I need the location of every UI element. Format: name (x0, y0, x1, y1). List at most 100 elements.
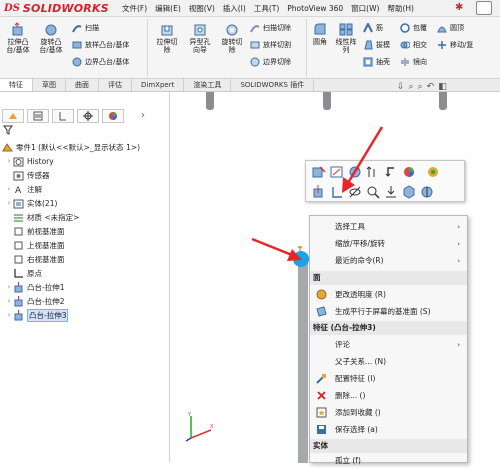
annotation-icon: A (15, 186, 22, 195)
menu-item-save-selection[interactable]: 保存选择 (a) (310, 422, 467, 437)
chevron-right-icon[interactable]: › (5, 199, 13, 207)
dimxpert-tab[interactable] (77, 108, 99, 123)
menu-item-change-transparency[interactable]: 更改透明度 (R) (310, 287, 467, 302)
wrap-button[interactable]: 包覆 (400, 22, 427, 33)
menu-item-zoom-pan-rotate[interactable]: 缩放/平移/旋转 › (310, 236, 467, 251)
tab-addins[interactable]: SOLIDWORKS 插件 (231, 79, 315, 91)
new-document-button[interactable] (476, 1, 492, 15)
intersect-button[interactable]: 相交 (400, 39, 427, 50)
chevron-right-icon[interactable]: › (5, 283, 13, 291)
history-folder-icon (13, 157, 24, 166)
menu-view[interactable]: 视图(V) (189, 3, 215, 14)
menu-item-isolate[interactable]: 孤立 (f) (310, 453, 467, 468)
boundary-cut-button[interactable]: 边界切除 (250, 56, 291, 67)
config-manager-tab[interactable] (52, 108, 74, 123)
mirror-button[interactable]: 镜向 (400, 56, 427, 67)
tree-item-front-plane[interactable]: 前视基准面 (0, 224, 170, 238)
selected-body-face[interactable] (298, 258, 308, 463)
display-pane-icon[interactable] (426, 165, 440, 179)
tree-item-top-plane[interactable]: 上视基准面 (0, 238, 170, 252)
sweep-button[interactable]: 扫描 (72, 22, 99, 33)
menu-file[interactable]: 文件(F) (122, 3, 147, 14)
fillet-button[interactable]: 圆角 (309, 22, 331, 46)
tree-item-history[interactable]: › History (0, 154, 170, 168)
menu-item-add-favorites[interactable]: 添加到收藏 () (310, 405, 467, 420)
tree-item-sensors[interactable]: 传感器 (0, 168, 170, 182)
move-copy-button[interactable]: 移动/复 (437, 39, 473, 50)
draft-button[interactable]: 拔模 (363, 39, 390, 50)
revolve-boss-button[interactable]: 旋转凸 台/基体 (36, 22, 66, 54)
tree-item-solid-bodies[interactable]: › 实体(21) (0, 196, 170, 210)
annotation-arrow (342, 126, 384, 193)
tree-item-boss-extrude-2[interactable]: › 凸台-拉伸2 (0, 294, 170, 308)
previous-view-icon[interactable]: ↶ (427, 82, 435, 92)
view-orientation-icon[interactable] (402, 185, 416, 199)
extrude-boss-button[interactable]: 拉伸凸 台/基体 (3, 22, 33, 54)
zoom-area-icon[interactable]: ⌕ (418, 82, 423, 92)
tree-item-boss-extrude-3[interactable]: › 凸台-拉伸3 (0, 308, 170, 322)
chevron-right-icon[interactable]: › (5, 297, 13, 305)
favorites-icon (316, 407, 327, 418)
tree-root-part[interactable]: 零件1 (默认<<默认>_显示状态 1>) (0, 140, 170, 154)
section-view-icon[interactable] (420, 185, 434, 199)
filter-icon[interactable] (3, 125, 13, 138)
solidworks-logo[interactable]: DS SOLIDWORKS (4, 1, 109, 16)
swept-cut-icon (250, 24, 260, 32)
tree-item-material[interactable]: 材质 <未指定> (0, 210, 170, 224)
appearance-icon[interactable] (402, 165, 416, 179)
menu-item-recent-commands[interactable]: 最近的命令(R) › (310, 253, 467, 268)
shell-button[interactable]: 抽壳 (363, 56, 390, 67)
chevron-right-icon[interactable]: › (141, 110, 145, 121)
tab-sketch[interactable]: 草图 (33, 79, 66, 91)
linear-pattern-button[interactable]: 线性阵 列 (332, 22, 360, 54)
loft-boss-button[interactable]: 放样凸台/基体 (72, 39, 129, 50)
resize-handle[interactable] (169, 272, 173, 276)
tab-features[interactable]: 特征 (0, 79, 33, 91)
menu-item-normal-plane[interactable]: 生成平行于屏幕的基准面 (S) (310, 304, 467, 319)
menu-help[interactable]: 帮助(H) (387, 3, 414, 14)
draft-icon (364, 40, 373, 49)
revolve-cut-button[interactable]: 旋转切 除 (217, 22, 247, 54)
rib-button[interactable]: 筋 (363, 22, 383, 33)
tab-evaluate[interactable]: 评估 (99, 79, 132, 91)
tree-item-annotations[interactable]: › A 注解 (0, 182, 170, 196)
feature-manager-panel: › 零件1 (默认<<默认>_显示状态 1>) › History 传感器 › … (0, 92, 170, 463)
menu-item-parent-child[interactable]: 父子关系... (N) (310, 354, 467, 369)
chevron-right-icon[interactable]: › (5, 157, 13, 165)
section-view-icon[interactable]: ◧ (438, 82, 447, 92)
lofted-cut-button[interactable]: 放样切割 (250, 39, 291, 50)
normal-to-icon[interactable] (312, 185, 326, 199)
menu-item-label: 缩放/平移/旋转 (335, 239, 386, 248)
tab-dimxpert[interactable]: DimXpert (132, 79, 185, 91)
tree-item-right-plane[interactable]: 右视基准面 (0, 252, 170, 266)
dome-button[interactable]: 圆顶 (437, 22, 464, 33)
view-orientation-icon[interactable]: ⇩ (397, 82, 405, 92)
menu-photoview[interactable]: PhotoView 360 (287, 4, 343, 13)
submenu-arrow-icon: › (457, 239, 460, 248)
edit-feature-icon[interactable] (312, 165, 326, 179)
tab-render-tools[interactable]: 渲染工具 (184, 79, 232, 91)
feature-manager-tab[interactable] (2, 108, 24, 123)
zoom-to-fit-icon[interactable]: ⌕ (409, 82, 414, 92)
hole-wizard-button[interactable]: 异型孔 向导 (185, 22, 215, 54)
chevron-right-icon[interactable]: › (5, 185, 13, 193)
menu-window[interactable]: 窗口(W) (351, 3, 379, 14)
menu-item-delete[interactable]: 删除... () (310, 388, 467, 403)
tree-item-origin[interactable]: 原点 (0, 266, 170, 280)
pin-icon[interactable]: ✱ (455, 2, 463, 13)
menu-insert[interactable]: 插入(I) (223, 3, 246, 14)
revolve-cut-label: 旋转切 除 (221, 38, 243, 54)
chevron-right-icon[interactable]: › (5, 311, 13, 319)
tab-surfaces[interactable]: 曲面 (66, 79, 99, 91)
menu-item-configure-feature[interactable]: 配置特征 (Ⅰ) (310, 371, 467, 386)
swept-cut-button[interactable]: 扫描切除 (250, 22, 291, 33)
property-manager-tab[interactable] (27, 108, 49, 123)
menu-item-select-tools[interactable]: 选择工具 › (310, 219, 467, 234)
menu-edit[interactable]: 编辑(E) (155, 3, 181, 14)
display-manager-tab[interactable] (102, 108, 124, 123)
menu-tools[interactable]: 工具(T) (254, 3, 279, 14)
menu-item-comment[interactable]: 评论 › (310, 337, 467, 352)
tree-item-boss-extrude-1[interactable]: › 凸台-拉伸1 (0, 280, 170, 294)
boundary-boss-button[interactable]: 边界凸台/基体 (72, 56, 129, 67)
extrude-cut-button[interactable]: 拉伸切 除 (152, 22, 182, 54)
